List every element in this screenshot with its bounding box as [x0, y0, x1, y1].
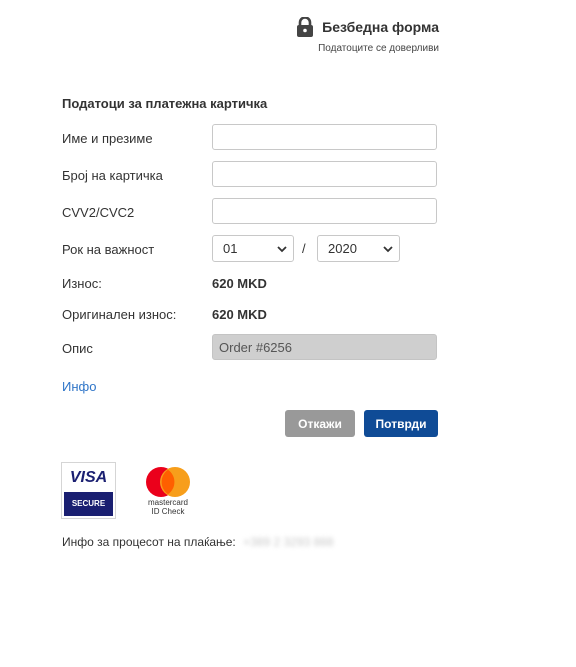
id-check-text: ID Check: [151, 507, 185, 516]
cvv-label: CVV2/CVC2: [62, 205, 135, 220]
card-section-title: Податоци за платежна картичка: [62, 96, 268, 111]
original-amount-value: 620 MKD: [212, 307, 267, 322]
mastercard-text: mastercard: [147, 498, 188, 507]
card-number-field[interactable]: [212, 161, 437, 187]
expiry-year-select[interactable]: 2020: [317, 235, 400, 262]
visa-secure-logo: VISA SECURE: [61, 462, 116, 519]
card-number-label: Број на картичка: [62, 168, 163, 183]
info-link[interactable]: Инфо: [62, 379, 96, 394]
expiry-month-value: 01: [223, 241, 238, 256]
payment-process-phone: +389 2 3293 888: [243, 535, 334, 549]
chevron-down-icon: [383, 245, 393, 252]
original-amount-label: Оригинален износ:: [62, 307, 177, 322]
chevron-down-icon: [277, 245, 287, 252]
payment-process-label: Инфо за процесот на плаќање:: [62, 535, 236, 549]
cancel-button[interactable]: Откажи: [285, 410, 355, 437]
secure-form-title-row: Безбедна форма: [296, 17, 439, 37]
description-field: [212, 334, 437, 360]
mastercard-id-check-logo: mastercard ID Check: [142, 466, 194, 520]
name-field[interactable]: [212, 124, 437, 150]
secure-form-title: Безбедна форма: [322, 19, 439, 35]
expiry-label: Рок на важност: [62, 242, 155, 257]
description-label: Опис: [62, 341, 93, 356]
amount-label: Износ:: [62, 276, 102, 291]
amount-value: 620 MKD: [212, 276, 267, 291]
visa-secure-band: SECURE: [64, 492, 113, 516]
name-label: Име и презиме: [62, 131, 153, 146]
secure-form-subtitle: Податоците се доверливи: [318, 43, 439, 54]
lock-icon: [297, 17, 314, 37]
mastercard-circles-icon: [146, 467, 190, 497]
visa-wordmark: VISA: [69, 469, 108, 486]
expiry-separator: /: [302, 241, 306, 256]
secure-form-header: Безбедна форма Податоците се доверливи: [296, 17, 439, 54]
expiry-month-select[interactable]: 01: [212, 235, 294, 262]
payment-process-info: Инфо за процесот на плаќање: +389 2 3293…: [62, 535, 334, 549]
confirm-button[interactable]: Потврди: [364, 410, 438, 437]
expiry-year-value: 2020: [328, 241, 357, 256]
cvv-field[interactable]: [212, 198, 437, 224]
